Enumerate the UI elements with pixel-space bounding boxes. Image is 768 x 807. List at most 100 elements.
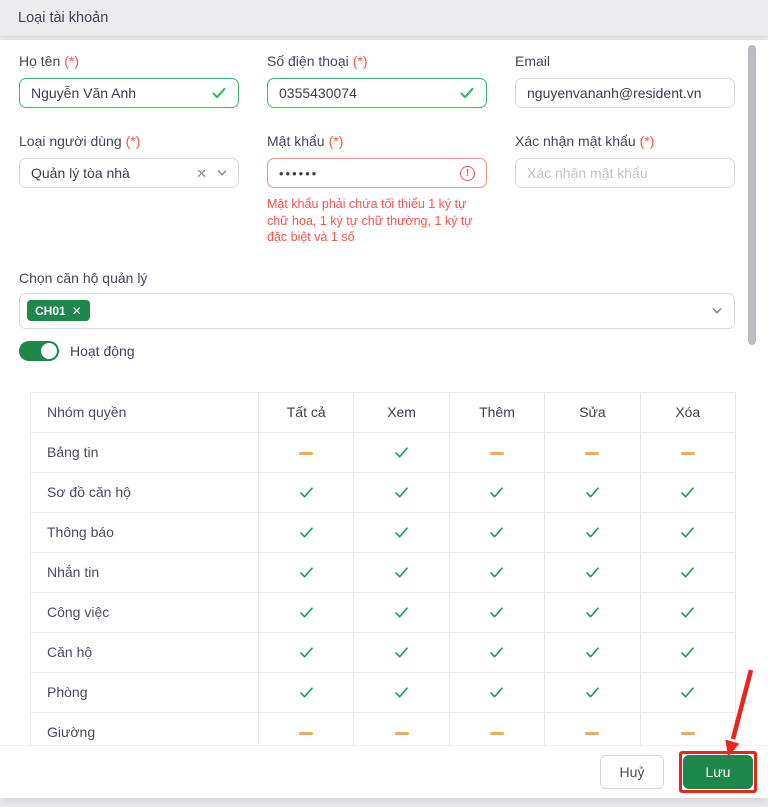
page-title: Loại tài khoản [18,10,108,26]
permission-check-cell[interactable] [354,552,449,592]
permission-check-cell[interactable] [259,512,354,552]
permission-check-cell[interactable] [449,672,544,712]
permission-dash-cell[interactable] [449,712,544,745]
required-mark: (*) [640,133,655,149]
save-button[interactable]: Lưu [683,755,753,789]
required-mark: (*) [126,133,141,149]
column-header: Thêm [449,392,544,432]
permission-check-cell[interactable] [354,632,449,672]
permission-check-cell[interactable] [259,552,354,592]
clear-icon[interactable]: ✕ [196,167,207,180]
permission-group-name: Nhắn tin [31,552,259,592]
permission-check-cell[interactable] [640,592,735,632]
column-header: Xem [354,392,449,432]
no-permission-dash [681,452,695,455]
vertical-scrollbar-thumb[interactable] [748,45,756,345]
valid-check-icon [459,85,475,101]
permission-dash-cell[interactable] [545,432,640,472]
table-row: Công việc [31,592,736,632]
check-icon [680,685,695,700]
cancel-button[interactable]: Huỷ [600,755,664,789]
permission-check-cell[interactable] [640,512,735,552]
status-label: Hoạt động [70,343,135,359]
check-icon [299,605,314,620]
check-icon [680,565,695,580]
no-permission-dash [585,452,599,455]
table-row: Giường [31,712,736,745]
check-icon [489,685,504,700]
password-input[interactable]: •••••• ! [267,158,487,188]
permission-group-name: Bảng tin [31,432,259,472]
no-permission-dash [299,732,313,735]
table-row: Bảng tin [31,432,736,472]
permission-check-cell[interactable] [640,552,735,592]
fullname-input-field[interactable] [31,85,203,101]
permission-check-cell[interactable] [449,632,544,672]
permission-check-cell[interactable] [354,672,449,712]
table-row: Phòng [31,672,736,712]
permission-check-cell[interactable] [259,472,354,512]
permission-group-name: Sơ đồ căn hộ [31,472,259,512]
email-input[interactable] [515,78,735,108]
permissions-table-body: Bảng tinSơ đồ căn hộThông báoNhắn tinCôn… [31,432,736,745]
permission-check-cell[interactable] [354,472,449,512]
permission-check-cell[interactable] [449,472,544,512]
no-permission-dash [490,732,504,735]
permission-dash-cell[interactable] [545,712,640,745]
permission-dash-cell[interactable] [640,432,735,472]
check-icon [299,645,314,660]
tag-remove-icon[interactable]: ✕ [72,304,82,318]
permission-check-cell[interactable] [545,472,640,512]
status-toggle[interactable] [19,341,59,361]
permission-check-cell[interactable] [259,632,354,672]
chevron-down-icon[interactable] [217,168,227,178]
confirm-password-input-field[interactable] [527,165,723,181]
permission-check-cell[interactable] [640,672,735,712]
permission-check-cell[interactable] [259,592,354,632]
check-icon [394,445,409,460]
check-icon [394,485,409,500]
permission-check-cell[interactable] [354,592,449,632]
apartment-tag-label: CH01 [35,304,66,318]
fullname-input[interactable] [19,78,239,108]
permission-check-cell[interactable] [259,672,354,712]
permissions-table-wrapper: Nhóm quyềnTất cảXemThêmSửaXóa Bảng tinSơ… [30,392,736,746]
toggle-knob [41,343,57,359]
table-row: Nhắn tin [31,552,736,592]
password-label: Mật khẩu (*) [267,133,487,149]
account-modal: Họ tên (*) Số điện thoại (*) [0,40,768,798]
permission-check-cell[interactable] [640,632,735,672]
email-input-field[interactable] [527,85,723,101]
permission-dash-cell[interactable] [259,432,354,472]
permission-check-cell[interactable] [449,592,544,632]
permission-check-cell[interactable] [449,512,544,552]
permission-check-cell[interactable] [545,512,640,552]
permission-group-name: Giường [31,712,259,745]
permission-check-cell[interactable] [545,552,640,592]
permission-check-cell[interactable] [449,552,544,592]
phone-input[interactable] [267,78,487,108]
phone-input-field[interactable] [279,85,451,101]
user-type-select[interactable]: Quản lý tòa nhà ✕ [19,158,239,188]
permission-check-cell[interactable] [640,472,735,512]
confirm-password-input[interactable] [515,158,735,188]
chevron-down-icon[interactable] [712,306,722,316]
field-phone: Số điện thoại (*) [267,53,487,108]
permission-check-cell[interactable] [354,512,449,552]
field-confirm-password: Xác nhận mật khẩu (*) [515,133,735,246]
check-icon [299,485,314,500]
permission-check-cell[interactable] [354,432,449,472]
permission-check-cell[interactable] [545,592,640,632]
permission-dash-cell[interactable] [259,712,354,745]
permission-dash-cell[interactable] [449,432,544,472]
permission-dash-cell[interactable] [640,712,735,745]
no-permission-dash [585,732,599,735]
fullname-label: Họ tên (*) [19,53,239,69]
permission-check-cell[interactable] [545,632,640,672]
permission-group-name: Căn hộ [31,632,259,672]
permission-check-cell[interactable] [545,672,640,712]
check-icon [299,565,314,580]
user-type-label: Loại người dùng (*) [19,133,239,149]
permission-dash-cell[interactable] [354,712,449,745]
apartments-multiselect[interactable]: CH01 ✕ [19,293,735,329]
